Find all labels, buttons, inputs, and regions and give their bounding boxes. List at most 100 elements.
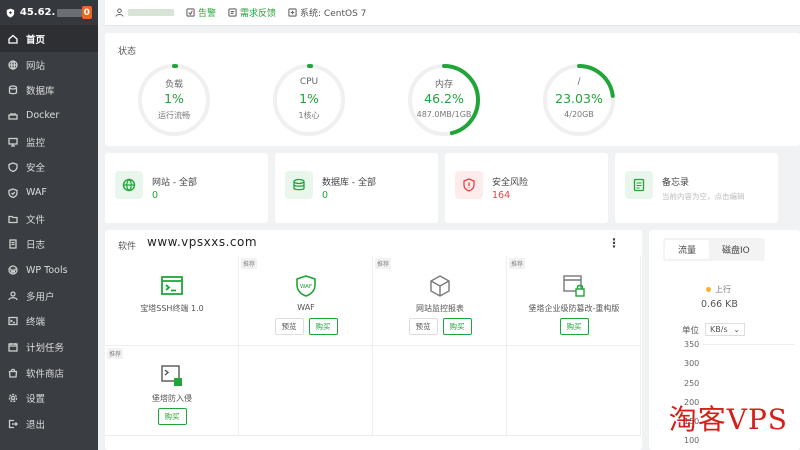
- sidebar-item-label: WP Tools: [26, 264, 68, 276]
- waf-icon: [8, 188, 18, 198]
- site-card-value[interactable]: 0: [152, 190, 158, 201]
- chart-gridline: [703, 344, 795, 345]
- buy-button[interactable]: 购买: [157, 408, 187, 425]
- sidebar-item-2[interactable]: 数据库: [0, 77, 98, 103]
- username-mask: [128, 9, 174, 16]
- sidebar-item-label: 首页: [26, 34, 46, 46]
- sidebar-item-1[interactable]: 网站: [0, 52, 98, 78]
- sidebar-item-6[interactable]: WAF: [0, 180, 98, 206]
- recommend-tag: 推荐: [107, 348, 124, 359]
- sidebar-item-label: 计划任务: [26, 343, 65, 355]
- sidebar-item-7[interactable]: 文件: [0, 206, 98, 232]
- memo-title: 备忘录: [662, 178, 690, 188]
- unit-select[interactable]: KB/s ⌄: [705, 323, 746, 336]
- upload-legend[interactable]: 上行: [706, 284, 731, 295]
- recommend-tag: 推荐: [375, 258, 392, 269]
- software-name: 堡塔企业级防篡改-重构版: [528, 304, 620, 313]
- sidebar-item-13[interactable]: 软件商店: [0, 360, 98, 386]
- buy-button[interactable]: 购买: [559, 318, 589, 335]
- shield-icon: [8, 162, 18, 173]
- feedback-link[interactable]: 需求反馈: [228, 6, 276, 19]
- risk-shield-icon: [455, 171, 483, 199]
- gauge-sub: 1核心: [298, 111, 320, 120]
- empty-software-slot: [507, 346, 641, 436]
- security-risk-card[interactable]: 安全风险 164: [445, 153, 608, 223]
- upload-value: 0.66 KB: [701, 299, 738, 310]
- gauge-value: 46.2%: [424, 91, 464, 106]
- software-item[interactable]: 推荐 网站监控报表 预览 购买: [373, 256, 507, 346]
- sidebar-item-label: 多用户: [26, 291, 55, 303]
- gauge-2[interactable]: 内存 46.2% 487.0MB/1GB: [407, 63, 481, 137]
- site-monitor-icon: [428, 274, 452, 298]
- sidebar-item-label: 退出: [26, 420, 46, 432]
- sidebar-item-15[interactable]: 退出: [0, 411, 98, 437]
- gauge-1[interactable]: CPU 1% 1核心: [272, 63, 346, 137]
- security-risk-value[interactable]: 164: [492, 190, 510, 201]
- site-card[interactable]: 网站 - 全部 0: [105, 153, 268, 223]
- database-card[interactable]: 数据库 - 全部 0: [275, 153, 438, 223]
- software-panel: 软件 www.vpsxxs.com ⋮ 宝塔SSH终端 1.0 推荐 WAF WAF 预…: [105, 230, 642, 450]
- gauge-label: CPU: [299, 77, 319, 87]
- empty-software-slot: [239, 346, 373, 436]
- more-menu-button[interactable]: ⋮: [608, 236, 620, 250]
- gauge-0[interactable]: 负载 1% 运行流畅: [137, 63, 211, 137]
- svg-text:WAF: WAF: [300, 284, 312, 290]
- sidebar-item-label: 终端: [26, 317, 46, 329]
- sidebar-item-9[interactable]: WP Tools: [0, 257, 98, 283]
- sidebar-item-5[interactable]: 安全: [0, 154, 98, 180]
- software-item[interactable]: 推荐 WAF WAF 预览 购买: [239, 256, 373, 346]
- status-panel: 状态 负载 1% 运行流畅 CPU 1% 1核心 内存 46.2% 487.0MB/1GB/23…: [105, 33, 800, 146]
- gauge-label: 负载: [164, 80, 183, 90]
- buy-button[interactable]: 购买: [308, 318, 338, 335]
- docker-icon: [8, 111, 18, 121]
- memo-icon: [625, 171, 653, 199]
- gauge-3[interactable]: / 23.03% 4/20GB: [542, 63, 616, 137]
- folder-icon: [8, 214, 18, 224]
- sidebar-item-14[interactable]: 设置: [0, 386, 98, 412]
- wordpress-icon: [8, 265, 18, 275]
- alarm-link[interactable]: 告警: [186, 6, 216, 19]
- sidebar-item-3[interactable]: Docker: [0, 103, 98, 129]
- sidebar-item-8[interactable]: 日志: [0, 232, 98, 258]
- sidebar-item-label: 监控: [26, 137, 46, 149]
- sidebar-item-label: 日志: [26, 240, 46, 252]
- buy-button[interactable]: 购买: [442, 318, 472, 335]
- recommend-tag: 推荐: [241, 258, 258, 269]
- sidebar-brand: 45.62. 0: [0, 0, 98, 26]
- topbar: 告警 需求反馈 系统: CentOS 7: [105, 0, 800, 26]
- sidebar-item-0[interactable]: 首页: [0, 26, 98, 52]
- preview-button[interactable]: 预览: [274, 318, 304, 335]
- tamper-proof-icon: [562, 274, 586, 298]
- software-item[interactable]: 推荐 堡塔企业级防篡改-重构版 购买: [507, 256, 641, 346]
- watermark-logo: 淘客VPS: [668, 403, 788, 436]
- gauge-value: 23.03%: [555, 91, 603, 106]
- gauge-value: 1%: [299, 91, 319, 106]
- security-risk-title: 安全风险: [492, 178, 529, 188]
- software-item[interactable]: 宝塔SSH终端 1.0: [105, 256, 239, 346]
- sidebar-item-4[interactable]: 监控: [0, 129, 98, 155]
- sidebar-item-label: 软件商店: [26, 368, 65, 380]
- software-name: WAF: [297, 303, 315, 312]
- memo-card[interactable]: 备忘录 当前内容为空，点击编辑: [615, 153, 778, 223]
- tab-traffic[interactable]: 流量: [665, 240, 710, 259]
- home-icon: [8, 34, 18, 44]
- gauge-label: /: [577, 77, 581, 87]
- log-icon: [8, 239, 18, 249]
- tab-disk-io[interactable]: 磁盘IO: [709, 240, 763, 259]
- sidebar-item-11[interactable]: 终端: [0, 309, 98, 335]
- sidebar-item-label: 文件: [26, 214, 46, 226]
- system-info: 系统: CentOS 7: [288, 6, 366, 19]
- sidebar-item-label: 安全: [26, 163, 46, 175]
- sidebar-item-12[interactable]: 计划任务: [0, 334, 98, 360]
- database-card-value[interactable]: 0: [322, 190, 328, 201]
- software-name: 宝塔SSH终端 1.0: [140, 304, 204, 313]
- software-item[interactable]: 推荐 堡塔防入侵 购买: [105, 346, 239, 436]
- preview-button[interactable]: 预览: [408, 318, 438, 335]
- notification-badge[interactable]: 0: [81, 6, 92, 19]
- store-icon: [8, 368, 18, 378]
- sidebar-nav: 首页网站 数据库 Docker 监控安全 WAF 文件日志 WP Tools 多用户终端计划任…: [0, 26, 98, 437]
- globe-icon: [115, 171, 143, 199]
- site-card-title: 网站 - 全部: [152, 178, 197, 188]
- sidebar-item-label: Docker: [26, 110, 60, 122]
- sidebar-item-10[interactable]: 多用户: [0, 283, 98, 309]
